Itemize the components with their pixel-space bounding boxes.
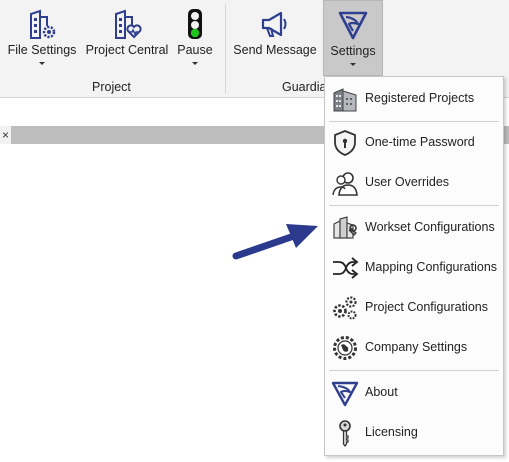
guardian-logo-icon — [338, 11, 368, 40]
send-message-label: Send Message — [233, 43, 317, 57]
menu-item-user-overrides[interactable]: User Overrides — [325, 165, 503, 201]
menu-item-label: About — [365, 385, 398, 399]
traffic-light-icon — [188, 9, 202, 39]
pause-button[interactable]: Pause — [174, 0, 216, 76]
gears-icon — [333, 296, 357, 320]
menu-separator — [329, 370, 499, 371]
group-label-guardian: Guardian — [282, 80, 324, 94]
menu-item-label: Mapping Configurations — [365, 260, 498, 274]
project-central-label: Project Central — [85, 43, 169, 57]
project-central-button[interactable]: Project Central — [84, 0, 170, 76]
settings-button[interactable]: Settings — [323, 0, 383, 76]
menu-item-registered-projects[interactable]: Registered Projects — [325, 81, 503, 117]
menu-item-label: One-time Password — [365, 135, 475, 149]
group-label-project: Project — [92, 80, 131, 94]
menu-item-label: Registered Projects — [365, 91, 475, 105]
menu-item-label: Company Settings — [365, 340, 468, 354]
chevron-down-icon — [192, 62, 198, 65]
shield-lock-icon — [334, 130, 356, 156]
project-central-icon — [115, 9, 142, 39]
annotation-arrow-icon — [232, 224, 318, 260]
chevron-down-icon — [39, 62, 45, 65]
chevron-down-icon — [350, 63, 356, 66]
users-icon — [332, 172, 358, 196]
menu-separator — [329, 121, 499, 122]
file-settings-button[interactable]: File Settings — [4, 0, 80, 76]
globe-gear-icon — [333, 336, 357, 360]
settings-label: Settings — [330, 44, 376, 58]
menu-item-company-settings[interactable]: Company Settings — [325, 330, 503, 366]
workset-icon — [333, 216, 357, 239]
menu-separator — [329, 205, 499, 206]
menu-item-one-time-password[interactable]: One-time Password — [325, 125, 503, 161]
group-divider — [225, 4, 226, 94]
menu-item-about[interactable]: About — [325, 375, 503, 411]
file-settings-label: File Settings — [7, 43, 77, 57]
send-message-button[interactable]: Send Message — [232, 0, 318, 76]
close-icon[interactable]: × — [0, 126, 11, 144]
menu-item-mapping-configurations[interactable]: Mapping Configurations — [325, 250, 503, 286]
megaphone-icon — [261, 11, 287, 37]
menu-item-label: Licensing — [365, 425, 418, 439]
menu-item-label: Project Configurations — [365, 300, 488, 314]
mapping-arrows-icon — [333, 257, 359, 279]
menu-item-label: Workset Configurations — [365, 220, 495, 234]
menu-item-workset-configurations[interactable]: Workset Configurations — [325, 210, 503, 246]
menu-item-project-configurations[interactable]: Project Configurations — [325, 290, 503, 326]
guardian-logo-icon — [331, 381, 359, 407]
settings-dropdown-menu: Registered Projects One-time Password Us… — [324, 76, 504, 456]
menu-item-label: User Overrides — [365, 175, 450, 189]
pause-label: Pause — [177, 43, 213, 57]
key-icon — [339, 420, 351, 447]
building-icon — [333, 88, 357, 112]
file-settings-icon — [30, 9, 56, 39]
menu-item-licensing[interactable]: Licensing — [325, 415, 503, 451]
